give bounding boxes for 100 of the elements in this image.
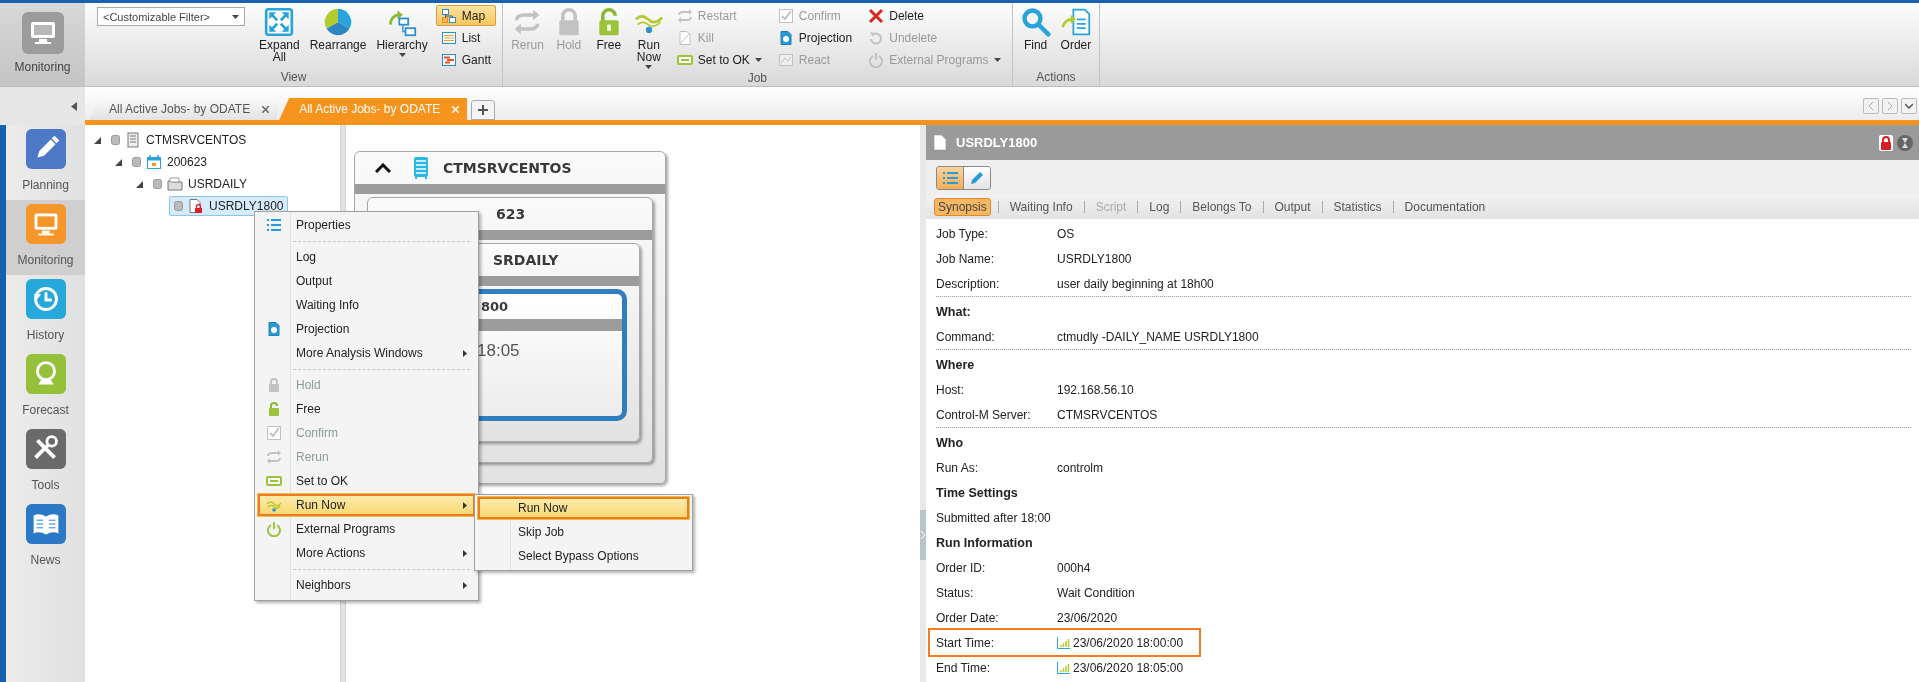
tab[interactable]: Waiting Info bbox=[1005, 198, 1077, 216]
padlock-icon bbox=[266, 377, 282, 393]
open-padlock-icon bbox=[266, 401, 282, 417]
tab[interactable]: Synopsis bbox=[934, 198, 991, 216]
group-label: Job bbox=[746, 71, 769, 86]
field-value: 23/06/2020 18:05:00 bbox=[1073, 660, 1184, 675]
field-value: USRDLY1800 bbox=[1057, 251, 1132, 266]
chevron-down-icon bbox=[1905, 102, 1913, 109]
pencil-icon bbox=[25, 129, 66, 169]
card-title: CTMSRVCENTOS bbox=[443, 160, 572, 176]
card-title: 623 bbox=[496, 206, 526, 222]
server-icon bbox=[125, 132, 141, 148]
splitter-handle[interactable] bbox=[920, 510, 926, 560]
section-heading: What: bbox=[936, 304, 971, 319]
view-toggle-button[interactable] bbox=[963, 166, 990, 189]
folder-icon bbox=[167, 176, 183, 192]
field-label: Status: bbox=[936, 585, 975, 600]
toolbar-button[interactable]: Find bbox=[1018, 5, 1053, 70]
submenu-arrow-icon bbox=[463, 549, 467, 557]
field-value: 23/06/2020 18:00:00 bbox=[1073, 635, 1184, 650]
arrows-icon bbox=[868, 29, 885, 46]
toolbar-button[interactable]: Hierarchy bbox=[374, 5, 430, 70]
filter-dropdown[interactable]: <Customizable Filter> bbox=[97, 7, 245, 26]
field-label: Host: bbox=[936, 382, 965, 397]
expand-icon bbox=[264, 7, 295, 37]
bar-chart-icon bbox=[1057, 636, 1070, 649]
field-label: Description: bbox=[936, 276, 1001, 291]
field-value: user daily beginning at 18h00 bbox=[1057, 276, 1214, 291]
tree-item[interactable]: CTMSRVCENTOS bbox=[106, 130, 252, 150]
field-label: Start Time: bbox=[936, 635, 995, 650]
tree-item[interactable]: USRDLY1800 bbox=[169, 196, 289, 216]
add-tab-button[interactable] bbox=[471, 100, 496, 120]
field-label: Order ID: bbox=[936, 560, 987, 575]
nav-button[interactable]: News bbox=[6, 500, 85, 575]
field-value: Wait Condition bbox=[1057, 585, 1135, 600]
toolbar-button[interactable]: Rearrange bbox=[307, 5, 369, 70]
toolbar-button[interactable]: Set to OK bbox=[671, 49, 767, 70]
toolbar-button[interactable]: Delete bbox=[863, 5, 1006, 26]
toolbar-button[interactable]: Free bbox=[591, 5, 626, 71]
field-value: ctmudly -DAILY_NAME USRDLY1800 bbox=[1057, 329, 1259, 344]
menu-item[interactable]: Run Now bbox=[477, 496, 690, 520]
collapse-icon bbox=[71, 101, 77, 111]
calendar-icon bbox=[146, 154, 162, 170]
tab[interactable]: Belongs To bbox=[1188, 198, 1256, 216]
tree-item[interactable]: USRDAILY bbox=[148, 174, 253, 194]
menu-item[interactable]: External Programs bbox=[257, 517, 476, 541]
field-value: OS bbox=[1057, 226, 1075, 241]
caret-icon bbox=[645, 65, 653, 69]
bar-chart-icon bbox=[1057, 661, 1070, 674]
tools-icon bbox=[25, 429, 66, 469]
app-button[interactable]: Monitoring bbox=[0, 3, 85, 86]
tree-item[interactable]: 200623 bbox=[127, 152, 213, 172]
field-value: 23/06/2020 bbox=[1057, 610, 1118, 625]
tab-list-button[interactable] bbox=[1901, 97, 1917, 114]
scroll-left-button[interactable] bbox=[1863, 97, 1879, 114]
toolbar-button[interactable]: Run Now bbox=[631, 5, 666, 71]
chevron-left-icon bbox=[1868, 101, 1874, 110]
diagram-icon bbox=[440, 7, 457, 24]
nav-button[interactable]: Tools bbox=[6, 425, 85, 500]
nav-button[interactable]: Forecast bbox=[6, 350, 85, 425]
menu-item[interactable]: Select Bypass Options bbox=[477, 544, 690, 568]
field-value: Submitted after 18:00 bbox=[936, 510, 1051, 525]
menu-item[interactable]: More Actions bbox=[257, 541, 476, 565]
toolbar-button[interactable]: Expand All bbox=[257, 5, 302, 70]
field-value: controlm bbox=[1057, 460, 1103, 475]
power-icon bbox=[266, 521, 282, 537]
toolbar-button[interactable]: Projection bbox=[772, 27, 858, 48]
toolbar-button[interactable]: Map bbox=[435, 5, 497, 26]
checkbox-icon bbox=[777, 7, 794, 24]
status-icon bbox=[132, 157, 141, 167]
badge-icon bbox=[266, 473, 282, 489]
tab[interactable]: Output bbox=[1270, 198, 1315, 216]
pie-chart-icon bbox=[323, 7, 354, 37]
field-label: End Time: bbox=[936, 660, 992, 675]
locked-document-icon bbox=[188, 198, 204, 214]
toolbar-button[interactable]: List bbox=[435, 27, 497, 48]
tab[interactable]: Statistics bbox=[1329, 198, 1386, 216]
field-label: Job Name: bbox=[936, 251, 996, 266]
close-icon bbox=[452, 105, 460, 113]
nav-button[interactable]: Monitoring bbox=[6, 200, 85, 275]
menu-item[interactable]: Skip Job bbox=[477, 520, 690, 544]
toolbar-button[interactable]: Order bbox=[1058, 5, 1094, 70]
plus-icon bbox=[478, 105, 489, 115]
close-icon bbox=[262, 105, 270, 113]
monitor-icon bbox=[25, 204, 66, 244]
field-value: CTMSRVCENTOS bbox=[1057, 407, 1158, 422]
menu-item[interactable]: Neighbors bbox=[257, 573, 476, 597]
nav-button[interactable]: Planning bbox=[6, 125, 85, 200]
server-icon bbox=[413, 156, 429, 180]
toolbar-button[interactable]: Gantt bbox=[435, 49, 497, 70]
clock-icon bbox=[25, 279, 66, 319]
search-icon bbox=[1020, 7, 1051, 37]
nav-button[interactable]: History bbox=[6, 275, 85, 350]
arrows-icon bbox=[266, 449, 282, 465]
section-heading: Where bbox=[936, 357, 975, 372]
view-toggle-button[interactable] bbox=[937, 166, 963, 189]
tab[interactable]: Documentation bbox=[1400, 198, 1490, 216]
list-icon bbox=[440, 29, 457, 46]
tab[interactable]: Log bbox=[1145, 198, 1174, 216]
menu-item[interactable]: Run Now bbox=[257, 493, 476, 517]
